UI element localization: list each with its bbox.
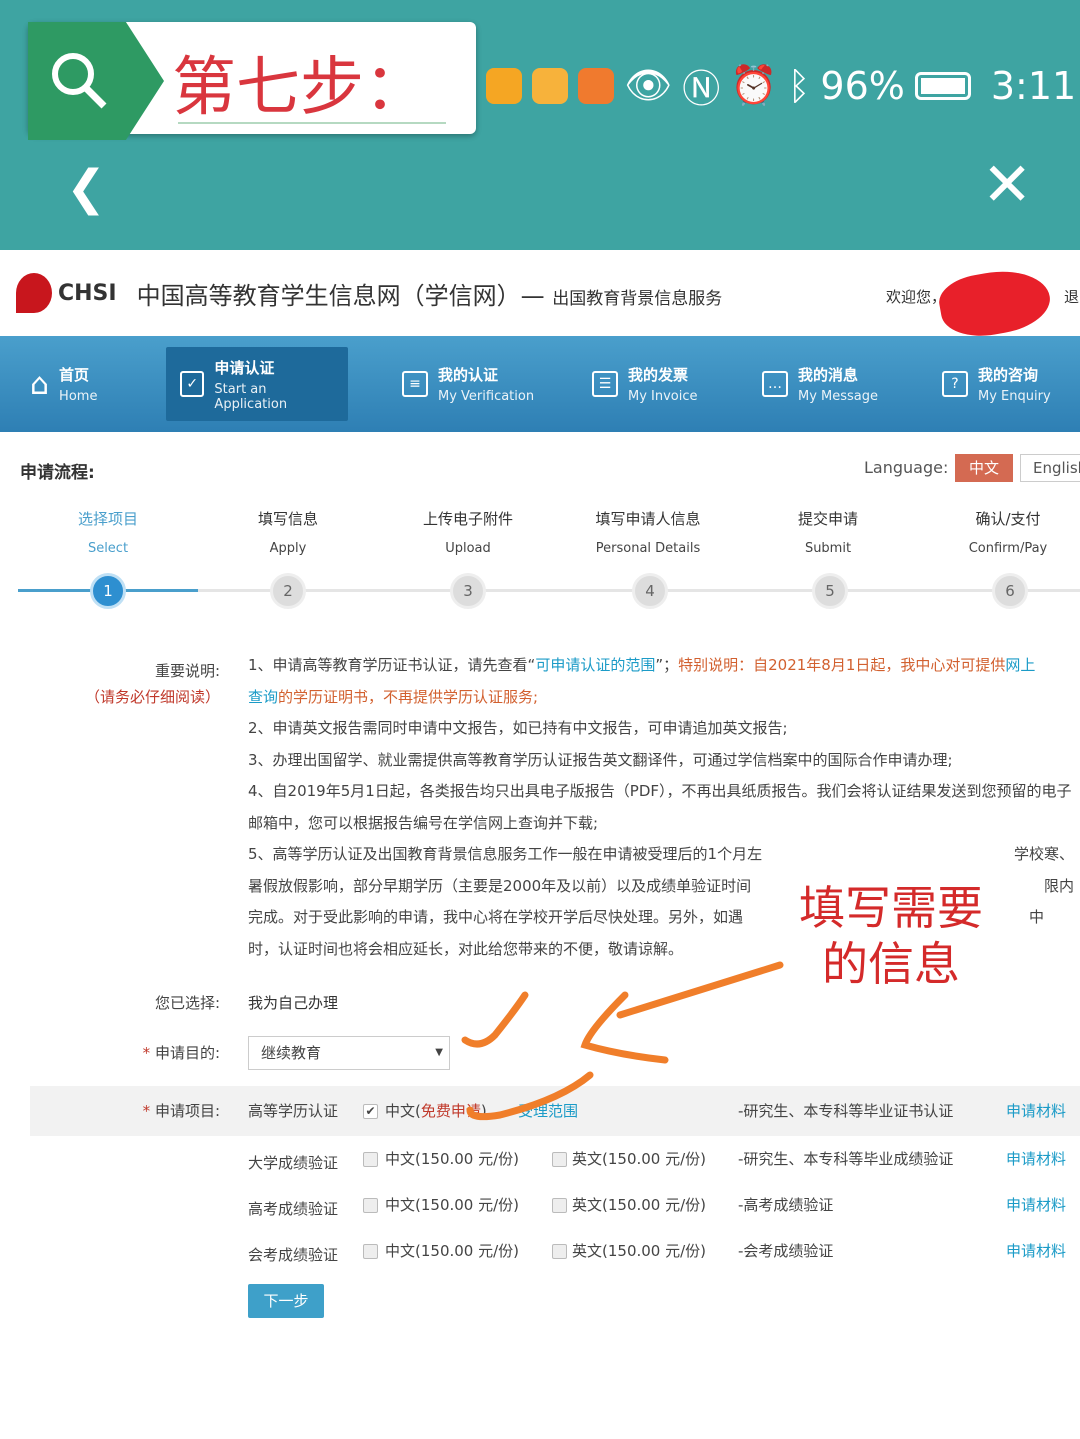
language-label: Language: [864, 458, 948, 477]
step-dot-2: 2 [270, 573, 306, 609]
notes-warning: （请务必仔细阅读） [20, 686, 220, 707]
zh-option: 中文(150.00 元/份) [385, 1240, 519, 1261]
item-name: 会考成绩验证 [248, 1244, 338, 1265]
step-dot-6: 6 [992, 573, 1028, 609]
item-desc: -研究生、本专科等毕业成绩验证 [738, 1148, 953, 1169]
message-icon: … [762, 371, 788, 397]
next-step-button[interactable]: 下一步 [248, 1284, 324, 1318]
zh-checkbox[interactable] [363, 1244, 378, 1259]
item-name: 高等学历认证 [248, 1100, 338, 1121]
zh-checkbox[interactable]: ✔ [363, 1104, 378, 1119]
nav-enquiry[interactable]: ?我的咨询My Enquiry [928, 347, 1065, 421]
nav-verification[interactable]: ≡我的认证My Verification [388, 347, 578, 421]
document-icon: ≡ [402, 371, 428, 397]
zh-option: 中文(150.00 元/份) [385, 1148, 519, 1169]
materials-link[interactable]: 申请材料 [1006, 1194, 1066, 1215]
table-row: 高考成绩验证 中文(150.00 元/份) 英文(150.00 元/份) -高考… [0, 1190, 1080, 1220]
materials-link[interactable]: 申请材料 [1006, 1100, 1066, 1121]
step-6: 确认/支付Confirm/Pay [918, 508, 1080, 556]
en-option: 英文(150.00 元/份) [572, 1148, 706, 1169]
purpose-label: * 申请目的: [20, 1042, 220, 1063]
purpose-select[interactable]: 继续教育▼ [248, 1036, 450, 1070]
main-nav: ⌂首页Home ✓申请认证Start an Application ≡我的认证M… [0, 336, 1080, 432]
eye-icon: 👁 [624, 63, 672, 108]
step-dot-3: 3 [450, 573, 486, 609]
zh-option: 中文(免费申请) [385, 1100, 487, 1121]
step-dot-4: 4 [632, 573, 668, 609]
search-icon [28, 22, 128, 140]
item-desc: -会考成绩验证 [738, 1240, 833, 1261]
logo-text: CHSI [58, 281, 117, 306]
lang-zh-button[interactable]: 中文 [955, 454, 1013, 482]
chsi-logo[interactable]: CHSI [16, 273, 117, 313]
alarm-icon: ⏰ [730, 63, 777, 108]
en-option: 英文(150.00 元/份) [572, 1240, 706, 1261]
nav-invoice[interactable]: ☰我的发票My Invoice [578, 347, 748, 421]
step-title: 第七步： [172, 36, 428, 128]
en-checkbox[interactable] [552, 1198, 567, 1213]
chosen-value: 我为自己办理 [248, 992, 338, 1013]
dropdown-arrow-icon: ▼ [435, 1037, 443, 1069]
redaction-scribble [935, 263, 1054, 343]
zh-checkbox[interactable] [363, 1198, 378, 1213]
scope-link[interactable]: 可申请认证的范围 [535, 656, 655, 674]
battery-percent: 96% [820, 64, 904, 108]
item-desc: -高考成绩验证 [738, 1194, 833, 1215]
lang-en-button[interactable]: English [1020, 454, 1080, 482]
site-header: CHSI 中国高等教育学生信息网（学信网）— 出国教育背景信息服务 欢迎您， 6… [0, 250, 1080, 336]
question-icon: ? [942, 371, 968, 397]
divider [178, 122, 446, 124]
step-5: 提交申请Submit [738, 508, 918, 556]
zh-checkbox[interactable] [363, 1152, 378, 1167]
annotation: 填写需要的信息 [796, 880, 986, 992]
en-option: 英文(150.00 元/份) [572, 1194, 706, 1215]
scope-link[interactable]: 受理范围 [518, 1100, 578, 1121]
nav-message[interactable]: …我的消息My Message [748, 347, 928, 421]
online-query-link[interactable]: 查询 [248, 688, 278, 706]
step-2: 填写信息Apply [198, 508, 378, 556]
en-checkbox[interactable] [552, 1152, 567, 1167]
invoice-icon: ☰ [592, 371, 618, 397]
flow-title: 申请流程: [20, 458, 95, 483]
chosen-label: 您已选择: [20, 992, 220, 1013]
item-name: 高考成绩验证 [248, 1198, 338, 1219]
site-title: 中国高等教育学生信息网（学信网）— 出国教育背景信息服务 [137, 276, 723, 311]
home-icon: ⌂ [30, 367, 49, 402]
video-app-icon [578, 68, 614, 104]
battery-icon [915, 72, 971, 100]
bluetooth-icon: ᛒ [788, 64, 811, 108]
item-name: 大学成绩验证 [248, 1152, 338, 1173]
logout-link[interactable]: 退 [1064, 286, 1079, 307]
logo-icon [16, 273, 52, 313]
step-4: 填写申请人信息Personal Details [558, 508, 738, 556]
back-button[interactable]: ❮ [66, 160, 106, 216]
step-3: 上传电子附件Upload [378, 508, 558, 556]
step-1: 选择项目Select [18, 508, 198, 556]
table-row: 大学成绩验证 中文(150.00 元/份) 英文(150.00 元/份) -研究… [0, 1144, 1080, 1174]
weibo-icon [486, 68, 522, 104]
status-bar: 👁 Ⓝ ⏰ ᛒ 96% 3:11 [486, 58, 1076, 113]
table-row: 会考成绩验证 中文(150.00 元/份) 英文(150.00 元/份) -会考… [0, 1236, 1080, 1266]
table-row: 高等学历认证 ✔ 中文(免费申请) 受理范围 -研究生、本专科等毕业证书认证 申… [0, 1096, 1080, 1126]
checkbox-icon: ✓ [180, 371, 204, 397]
materials-link[interactable]: 申请材料 [1006, 1240, 1066, 1261]
clock: 3:11 [991, 64, 1076, 108]
nav-home[interactable]: ⌂首页Home [16, 347, 166, 421]
zh-option: 中文(150.00 元/份) [385, 1194, 519, 1215]
step-dot-5: 5 [812, 573, 848, 609]
nfc-icon: Ⓝ [682, 58, 720, 113]
step-dot-1: 1 [90, 573, 126, 609]
nav-apply[interactable]: ✓申请认证Start an Application [166, 347, 348, 421]
materials-link[interactable]: 申请材料 [1006, 1148, 1066, 1169]
close-button[interactable]: ✕ [982, 150, 1032, 220]
item-desc: -研究生、本专科等毕业证书认证 [738, 1100, 953, 1121]
en-checkbox[interactable] [552, 1244, 567, 1259]
notes-label: 重要说明: [20, 660, 220, 681]
app-icon [532, 68, 568, 104]
